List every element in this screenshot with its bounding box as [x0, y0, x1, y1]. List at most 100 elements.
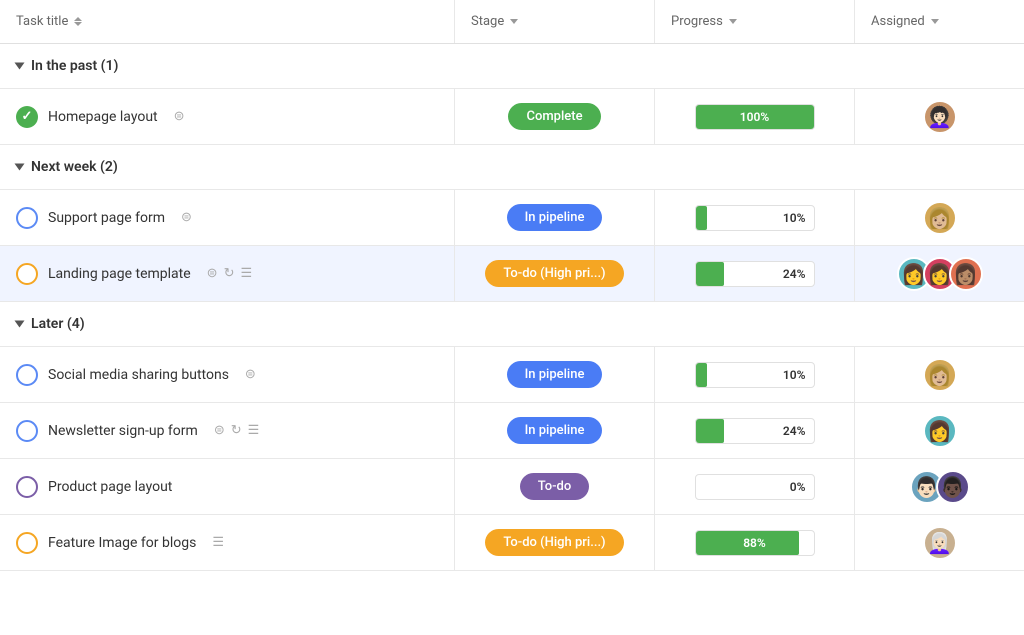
task-icons: ☰ — [212, 535, 224, 550]
progress-value: 0% — [790, 480, 806, 494]
progress-bar: 88% — [695, 530, 815, 556]
progress-cell: 24% — [655, 403, 855, 458]
repeat-icon[interactable]: ↻ — [224, 266, 235, 281]
status-todo-high-icon — [16, 263, 38, 285]
assigned-cell: 👩🏼 — [855, 347, 1024, 402]
task-title-cell: Newsletter sign-up form ⊜ ↻ ☰ — [0, 403, 455, 458]
group-header-next-week[interactable]: Next week (2) — [0, 145, 1024, 190]
progress-header[interactable]: Progress — [655, 0, 855, 43]
groups-container: In the past (1) Homepage layout ⊜ Comple… — [0, 44, 1024, 571]
progress-cell: 88% — [655, 515, 855, 570]
stage-badge[interactable]: In pipeline — [507, 361, 603, 388]
avatar-group: 👨🏻👨🏿 — [910, 470, 970, 504]
status-in-pipeline-icon — [16, 420, 38, 442]
assigned-cell: 👩🏼 — [855, 190, 1024, 245]
group-chevron-icon — [15, 321, 25, 328]
task-icons: ⊜ — [245, 367, 256, 382]
group-label: Next week (2) — [31, 159, 118, 175]
task-name: Support page form — [48, 210, 165, 226]
stage-cell[interactable]: To-do (High pri...) — [455, 515, 655, 570]
assigned-cell: 👨🏻👨🏿 — [855, 459, 1024, 514]
assigned-chevron-icon — [931, 19, 939, 24]
task-name: Homepage layout — [48, 109, 158, 125]
table-row: Social media sharing buttons ⊜ In pipeli… — [0, 347, 1024, 403]
subtask-icon[interactable]: ☰ — [212, 535, 224, 550]
subtask-icon[interactable]: ☰ — [240, 266, 252, 281]
stage-label: Stage — [471, 14, 504, 29]
table-row: Product page layout To-do 0% 👨🏻👨🏿 — [0, 459, 1024, 515]
stage-cell[interactable]: In pipeline — [455, 403, 655, 458]
progress-value: 100% — [696, 110, 814, 124]
progress-value: 24% — [783, 424, 806, 438]
progress-value: 10% — [783, 368, 806, 382]
stage-badge[interactable]: To-do — [520, 473, 590, 500]
stage-cell[interactable]: In pipeline — [455, 190, 655, 245]
table-row: Newsletter sign-up form ⊜↻☰ In pipeline … — [0, 403, 1024, 459]
attachment-icon[interactable]: ⊜ — [207, 266, 218, 281]
stage-cell[interactable]: To-do (High pri...) — [455, 246, 655, 301]
stage-cell[interactable]: Complete — [455, 89, 655, 144]
avatar-group: 👩🏻‍🦳 — [923, 526, 957, 560]
task-title-cell: Support page form ⊜ — [0, 190, 455, 245]
progress-bar: 24% — [695, 261, 815, 287]
progress-value: 88% — [696, 536, 814, 550]
task-icons: ⊜ ↻ ☰ — [207, 266, 252, 281]
status-in-pipeline-icon — [16, 207, 38, 229]
task-title-label: Task title — [16, 14, 68, 29]
assigned-label: Assigned — [871, 14, 925, 29]
attachment-icon[interactable]: ⊜ — [214, 423, 225, 438]
status-todo-high-icon — [16, 532, 38, 554]
progress-cell: 0% — [655, 459, 855, 514]
stage-badge[interactable]: To-do (High pri...) — [485, 260, 623, 287]
group-chevron-icon — [15, 63, 25, 70]
avatar: 👩🏼 — [923, 358, 957, 392]
table-header: Task title Stage Progress Assigned — [0, 0, 1024, 44]
task-name: Feature Image for blogs — [48, 535, 196, 551]
task-title-cell: Homepage layout ⊜ — [0, 89, 455, 144]
progress-cell: 10% — [655, 190, 855, 245]
attachment-icon[interactable]: ⊜ — [181, 210, 192, 225]
task-icons: ⊜ ↻ ☰ — [214, 423, 259, 438]
task-icons: ⊜ — [174, 109, 185, 124]
task-name: Landing page template — [48, 266, 191, 282]
stage-cell[interactable]: To-do — [455, 459, 655, 514]
avatar: 👩🏻‍🦳 — [923, 526, 957, 560]
stage-cell[interactable]: In pipeline — [455, 347, 655, 402]
assigned-cell: 👩 — [855, 403, 1024, 458]
task-title-cell: Feature Image for blogs ☰ — [0, 515, 455, 570]
table-row: Support page form ⊜ In pipeline 10% 👩🏼 — [0, 190, 1024, 246]
assigned-cell: 👩🏻‍🦳 — [855, 515, 1024, 570]
repeat-icon[interactable]: ↻ — [231, 423, 242, 438]
stage-badge[interactable]: In pipeline — [507, 204, 603, 231]
assigned-header[interactable]: Assigned — [855, 0, 1024, 43]
task-name: Social media sharing buttons — [48, 367, 229, 383]
attachment-icon[interactable]: ⊜ — [245, 367, 256, 382]
attachment-icon[interactable]: ⊜ — [174, 109, 185, 124]
progress-bar: 100% — [695, 104, 815, 130]
avatar: 👩🏼 — [923, 201, 957, 235]
progress-cell: 100% — [655, 89, 855, 144]
avatar-group: 👩🏻‍🦱 — [923, 100, 957, 134]
task-name: Newsletter sign-up form — [48, 423, 198, 439]
progress-bar: 24% — [695, 418, 815, 444]
stage-badge[interactable]: To-do (High pri...) — [485, 529, 623, 556]
stage-badge[interactable]: Complete — [508, 103, 600, 130]
progress-label: Progress — [671, 14, 723, 29]
group-header-in-the-past[interactable]: In the past (1) — [0, 44, 1024, 89]
avatar: 👨🏿 — [936, 470, 970, 504]
progress-cell: 10% — [655, 347, 855, 402]
avatar-group: 👩👩👩🏽 — [897, 257, 983, 291]
avatar-group: 👩🏼 — [923, 201, 957, 235]
stage-header[interactable]: Stage — [455, 0, 655, 43]
progress-bar: 10% — [695, 205, 815, 231]
status-todo-icon — [16, 476, 38, 498]
stage-badge[interactable]: In pipeline — [507, 417, 603, 444]
progress-chevron-icon — [729, 19, 737, 24]
stage-chevron-icon — [510, 19, 518, 24]
task-icons: ⊜ — [181, 210, 192, 225]
progress-value: 10% — [783, 211, 806, 225]
avatar-group: 👩 — [923, 414, 957, 448]
subtask-icon[interactable]: ☰ — [248, 423, 260, 438]
task-title-header[interactable]: Task title — [0, 0, 455, 43]
group-header-later[interactable]: Later (4) — [0, 302, 1024, 347]
